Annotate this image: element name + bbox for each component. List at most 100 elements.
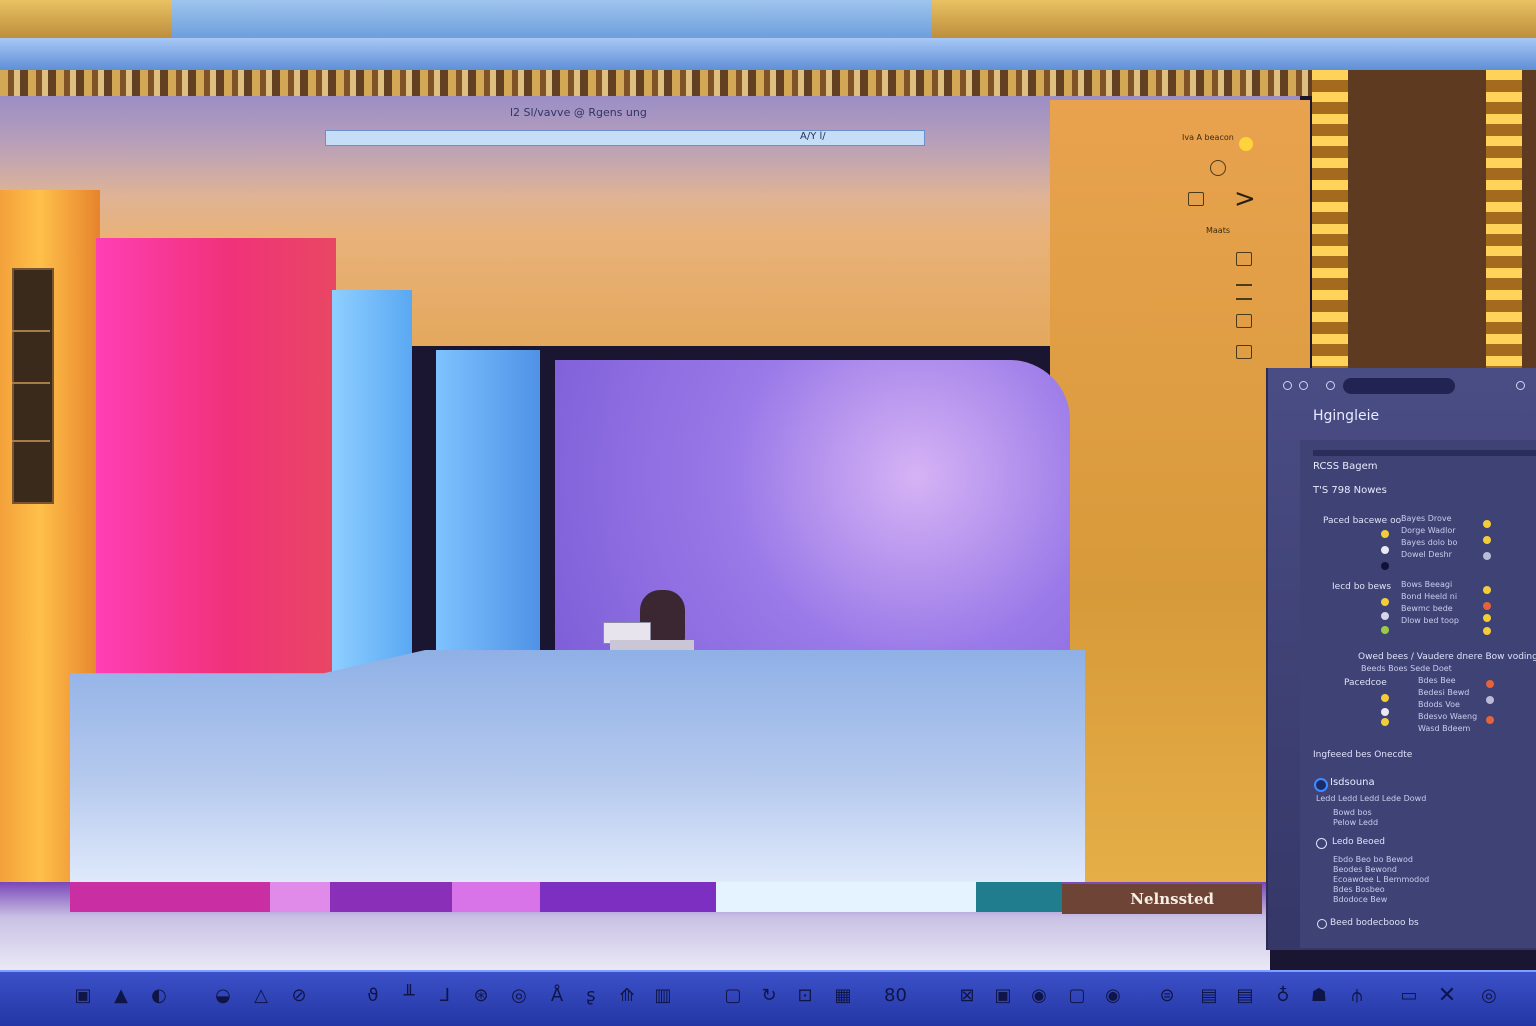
list-title: Ledo Beoed bbox=[1332, 837, 1385, 847]
status-dot bbox=[1483, 627, 1491, 635]
list-item[interactable]: Bowd bos bbox=[1333, 808, 1372, 817]
taskbar-app-icon[interactable]: ◎ bbox=[1478, 985, 1500, 1007]
group-item[interactable]: Bedesi Bewd bbox=[1418, 688, 1469, 697]
taskbar-app-icon[interactable]: ϑ bbox=[362, 985, 384, 1007]
lock-icon[interactable] bbox=[1236, 252, 1252, 266]
taskbar-app-icon[interactable]: ⊡ bbox=[794, 985, 816, 1007]
taskbar-app-icon[interactable]: 80 bbox=[884, 985, 907, 1007]
taskbar-app-icon[interactable]: ▥ bbox=[652, 985, 674, 1007]
status-dot bbox=[1381, 562, 1389, 570]
chevron-right-icon[interactable]: > bbox=[1234, 184, 1256, 214]
radio-button[interactable] bbox=[1314, 778, 1328, 792]
group-item[interactable]: Dorge Wadlor bbox=[1401, 526, 1456, 535]
top-glass-panel bbox=[172, 0, 932, 40]
home-icon[interactable] bbox=[1188, 192, 1204, 206]
ceiling-header-text: l2 Sl/vavve @ Rgens ung bbox=[510, 106, 647, 119]
wall-shelf bbox=[12, 268, 54, 504]
panel-divider bbox=[1313, 450, 1536, 456]
status-dot bbox=[1483, 602, 1491, 610]
group-item[interactable]: Bows Beeagi bbox=[1401, 580, 1452, 589]
taskbar-app-icon[interactable]: ◉ bbox=[1028, 985, 1050, 1007]
group-item[interactable]: Bond Heeld ni bbox=[1401, 592, 1457, 601]
group-item[interactable]: Dowel Deshr bbox=[1401, 550, 1452, 559]
list-item[interactable]: Pelow Ledd bbox=[1333, 818, 1378, 827]
taskbar-app-icon[interactable]: ▤ bbox=[1234, 985, 1256, 1007]
status-dot-icon bbox=[1239, 137, 1253, 151]
window-icon[interactable] bbox=[1236, 314, 1252, 328]
taskbar-app-icon[interactable]: ▣ bbox=[992, 985, 1014, 1007]
group-item[interactable]: Bdesvo Waeng bbox=[1418, 712, 1477, 721]
taskbar-app-icon[interactable]: ▭ bbox=[1398, 985, 1420, 1007]
panel-bottom-line: Beed bodecbooo bs bbox=[1330, 918, 1419, 928]
status-dot bbox=[1381, 612, 1389, 620]
floor-led bbox=[716, 882, 976, 912]
ceiling-bar-text: A/Y l/ bbox=[800, 131, 826, 142]
group-item[interactable]: Bayes Drove bbox=[1401, 514, 1452, 523]
decorative-lights-row bbox=[0, 70, 1320, 96]
list-item[interactable]: Bdes Bosbeo bbox=[1333, 885, 1385, 894]
group-label: Pacedcoe bbox=[1344, 678, 1387, 688]
radio-label[interactable]: Isdsouna bbox=[1330, 777, 1375, 788]
panel-address-bar[interactable] bbox=[1343, 378, 1455, 394]
menu-icon[interactable] bbox=[1236, 284, 1252, 300]
strip-mid-label: Maats bbox=[1206, 226, 1231, 235]
blue-light-panel bbox=[436, 350, 540, 650]
beacon-icon[interactable] bbox=[1210, 160, 1226, 176]
taskbar-app-icon[interactable]: ╨ bbox=[398, 985, 420, 1007]
group-item[interactable]: Wasd Bdeem bbox=[1418, 724, 1470, 733]
shelf-divider bbox=[12, 440, 50, 442]
taskbar-app-icon[interactable]: ʂ bbox=[580, 985, 602, 1007]
taskbar-app-icon[interactable]: ◉ bbox=[1102, 985, 1124, 1007]
group-item[interactable]: Bdes Bee bbox=[1418, 676, 1456, 685]
taskbar-app-icon[interactable]: ↻ bbox=[758, 985, 780, 1007]
taskbar-app-icon[interactable]: Å bbox=[546, 985, 568, 1007]
floor-led bbox=[70, 882, 270, 912]
taskbar-app-icon[interactable]: ▦ bbox=[832, 985, 854, 1007]
status-dot bbox=[1483, 552, 1491, 560]
magenta-wall bbox=[96, 238, 336, 688]
status-dot bbox=[1483, 520, 1491, 528]
taskbar-app-icon[interactable]: ⫛ bbox=[1346, 985, 1368, 1007]
taskbar-app-icon[interactable]: ▤ bbox=[1198, 985, 1220, 1007]
status-dot bbox=[1381, 694, 1389, 702]
taskbar-app-icon[interactable]: ▲ bbox=[110, 985, 132, 1007]
taskbar-app-icon[interactable]: △ bbox=[250, 985, 272, 1007]
taskbar-app-icon[interactable]: ⊘ bbox=[288, 985, 310, 1007]
group-item[interactable]: Dlow bed toop bbox=[1401, 616, 1459, 625]
taskbar-app-icon[interactable]: ⊜ bbox=[1156, 985, 1178, 1007]
taskbar-app-icon[interactable]: ▣ bbox=[72, 985, 94, 1007]
panel-menu-icon[interactable] bbox=[1516, 381, 1525, 390]
status-dot bbox=[1381, 546, 1389, 554]
reception-desk bbox=[70, 650, 1085, 882]
list-item[interactable]: Bdodoce Bew bbox=[1333, 895, 1387, 904]
group-item[interactable]: Bewmc bede bbox=[1401, 604, 1453, 613]
floor-led bbox=[270, 882, 330, 912]
taskbar-app-icon[interactable]: ⊠ bbox=[956, 985, 978, 1007]
taskbar-app-icon[interactable]: ◎ bbox=[508, 985, 530, 1007]
taskbar-app-icon[interactable]: ▢ bbox=[1066, 985, 1088, 1007]
taskbar-app-icon[interactable]: ◒ bbox=[212, 985, 234, 1007]
status-dot bbox=[1381, 598, 1389, 606]
group-label: Iecd bo bews bbox=[1332, 582, 1392, 592]
taskbar-app-icon[interactable]: ⟰ bbox=[616, 985, 638, 1007]
list-item[interactable]: Beodes Bewond bbox=[1333, 865, 1397, 874]
panel-forward-icon[interactable] bbox=[1299, 381, 1308, 390]
list-item[interactable]: Ebdo Beo bo Bewod bbox=[1333, 855, 1413, 864]
taskbar-app-icon[interactable]: ▢ bbox=[722, 985, 744, 1007]
taskbar-app-icon[interactable]: ☗ bbox=[1308, 985, 1330, 1007]
group-label: Paced bacewe oo bbox=[1323, 516, 1402, 526]
panel-back-icon[interactable] bbox=[1283, 381, 1292, 390]
status-dot bbox=[1486, 716, 1494, 724]
panel-refresh-icon[interactable] bbox=[1326, 381, 1335, 390]
group-item[interactable]: Bayes dolo bo bbox=[1401, 538, 1457, 547]
close-icon[interactable]: ✕ bbox=[1436, 985, 1458, 1007]
status-dot bbox=[1381, 708, 1389, 716]
grid-icon[interactable] bbox=[1236, 345, 1252, 359]
taskbar-app-icon[interactable]: ♁ bbox=[1272, 985, 1294, 1007]
gold-light-strip bbox=[1486, 70, 1522, 370]
taskbar-app-icon[interactable]: ⊛ bbox=[470, 985, 492, 1007]
taskbar-app-icon[interactable]: ◐ bbox=[148, 985, 170, 1007]
list-item[interactable]: Ecoawdee L Bemmodod bbox=[1333, 875, 1429, 884]
taskbar-app-icon[interactable]: ⅃ bbox=[434, 985, 456, 1007]
group-item[interactable]: Bdods Voe bbox=[1418, 700, 1460, 709]
